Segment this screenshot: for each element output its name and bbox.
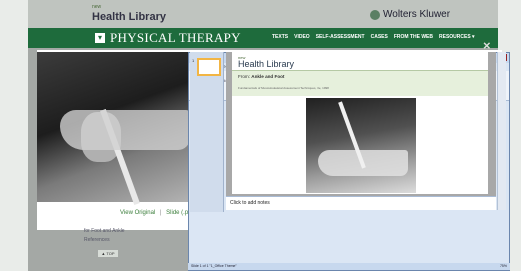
publisher-name: Wolters Kluwer (383, 9, 451, 20)
wk-icon (370, 9, 380, 20)
nav-self-assessment[interactable]: SELF-ASSESSMENT (316, 34, 365, 40)
slide-from: From: Ankle and Foot (238, 74, 284, 79)
zoom-level[interactable]: 75% (500, 263, 507, 270)
link-separator: | (159, 210, 162, 216)
nav-cases[interactable]: CASES (371, 34, 388, 40)
from-label: From: (238, 74, 250, 79)
slide-thumbnail[interactable] (197, 58, 221, 76)
nav-texts[interactable]: TEXTS (272, 34, 288, 40)
page: new Health Library Wolters Kluwer ▾ PHYS… (0, 0, 521, 271)
slide-source: Fundamentals of Musculoskeletal Assessme… (238, 86, 329, 90)
thumb-number: 1 (192, 58, 195, 63)
status-bar: Slide 1 of 1 "1_Office Theme" (188, 263, 510, 270)
top-button[interactable]: ▲ TOP (98, 250, 118, 257)
view-original-link[interactable]: View Original (120, 210, 155, 216)
brand-main: Health Library (92, 11, 166, 23)
foot-shape (60, 110, 190, 150)
section-title: PHYSICAL THERAPY (110, 30, 241, 45)
nav-from-the-web[interactable]: FROM THE WEB (394, 34, 433, 40)
nav-resources[interactable]: RESOURCES ▾ (439, 34, 475, 40)
from-value: Ankle and Foot (251, 74, 285, 79)
nav-video[interactable]: VIDEO (294, 34, 310, 40)
slides-pane (190, 52, 224, 212)
modal-links: View Original | Slide (.ppt) (120, 210, 195, 216)
vertical-scrollbar[interactable] (497, 52, 506, 210)
sidebar-item-foot-ankle[interactable]: for Foot and Ankle (84, 228, 125, 234)
close-icon[interactable]: × (483, 38, 491, 53)
brand-logo[interactable]: new Health Library (92, 2, 166, 23)
slide-figure-image (306, 98, 416, 193)
slide-logo: Health Library (238, 59, 295, 69)
notes-pane[interactable]: Click to add notes (226, 196, 496, 210)
sidebar-item-references[interactable]: References (84, 237, 110, 243)
publisher-logo[interactable]: Wolters Kluwer (370, 9, 450, 20)
main-nav: TEXTS VIDEO SELF-ASSESSMENT CASES FROM T… (272, 34, 475, 40)
chevron-down-icon[interactable]: ▾ (95, 33, 105, 43)
